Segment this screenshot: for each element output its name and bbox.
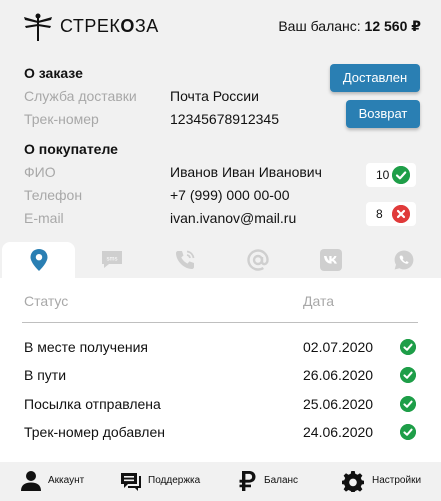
return-button[interactable]: Возврат — [346, 100, 420, 128]
check-circle-icon — [400, 396, 416, 412]
buyer-phone-value: +7 (999) 000 00-00 — [170, 187, 290, 203]
check-circle-icon — [400, 424, 416, 440]
table-row-date: 02.07.2020 — [303, 339, 374, 355]
check-circle-icon — [400, 367, 416, 383]
delivery-service-label: Служба доставки — [24, 88, 137, 104]
delivered-button[interactable]: Доставлен — [330, 64, 420, 92]
track-number-label: Трек-номер — [24, 111, 99, 127]
tab-calls[interactable] — [148, 242, 221, 278]
brand-name: СТРЕКОЗА — [60, 16, 159, 36]
tab-location[interactable] — [2, 242, 75, 278]
table-row-date: 24.06.2020 — [303, 424, 374, 440]
ruble-icon — [239, 471, 256, 491]
contact-tabs: sms — [0, 242, 441, 278]
sms-icon-label: sms — [106, 257, 117, 263]
buyer-phone-label: Телефон — [24, 187, 83, 203]
tab-sms[interactable]: sms — [75, 242, 148, 278]
gear-icon — [342, 471, 364, 492]
table-row-status: Посылка отправлена — [24, 396, 161, 412]
check-circle-icon — [400, 339, 416, 355]
phone-badge-count: 10 — [376, 168, 390, 182]
nav-balance[interactable]: Баланс — [238, 470, 306, 494]
buyer-name-label: ФИО — [24, 164, 56, 180]
bottom-nav: Аккаунт Поддержка Баланс Настройки — [0, 462, 441, 501]
vk-icon — [319, 249, 342, 271]
order-info-panel: О заказе Служба доставки Почта России Тр… — [0, 52, 441, 242]
email-error-badge[interactable]: 8 — [366, 202, 416, 226]
table-row-date: 25.06.2020 — [303, 396, 374, 412]
email-badge-count: 8 — [376, 207, 383, 221]
table-row-status: В месте получения — [24, 339, 149, 355]
nav-support-label: Поддержка — [148, 475, 201, 486]
nav-settings-label: Настройки — [372, 475, 422, 486]
date-column-header: Дата — [303, 293, 335, 309]
sms-icon: sms — [101, 251, 122, 268]
nav-balance-label: Баланс — [264, 475, 299, 486]
nav-settings[interactable]: Настройки — [342, 470, 432, 494]
dragonfly-logo-icon[interactable] — [22, 12, 54, 42]
nav-account-label: Аккаунт — [48, 475, 85, 486]
location-pin-icon — [30, 249, 47, 271]
tab-whatsapp[interactable] — [367, 242, 440, 278]
phone-call-icon — [175, 250, 194, 269]
app-header: СТРЕКОЗА Ваш баланс: 12 560 ₽ — [0, 0, 441, 52]
user-icon — [21, 471, 41, 491]
phone-verified-badge[interactable]: 10 — [366, 163, 416, 187]
track-number-value: 12345678912345 — [170, 111, 280, 127]
balance-display: Ваш баланс: 12 560 ₽ — [278, 18, 421, 34]
table-row-date: 26.06.2020 — [303, 367, 374, 383]
buyer-name-value: Иванов Иван Иванович — [170, 164, 322, 180]
tab-email[interactable] — [221, 242, 294, 278]
whatsapp-icon — [394, 250, 413, 270]
status-column-header: Статус — [24, 293, 69, 309]
buyer-section-title: О покупателе — [24, 141, 118, 157]
error-circle-icon — [392, 205, 410, 223]
nav-support[interactable]: Поддержка — [120, 470, 212, 494]
nav-account[interactable]: Аккаунт — [20, 470, 94, 494]
buyer-email-label: E-mail — [24, 210, 64, 226]
table-row-status: Трек-номер добавлен — [24, 424, 165, 440]
table-header-divider — [22, 322, 418, 323]
table-row-status: В пути — [24, 367, 67, 383]
delivery-service-value: Почта России — [170, 88, 259, 104]
at-sign-icon — [246, 249, 269, 271]
tab-vk[interactable] — [294, 242, 367, 278]
order-section-title: О заказе — [24, 65, 83, 81]
support-chat-icon — [121, 473, 141, 491]
buyer-email-value: ivan.ivanov@mail.ru — [170, 210, 297, 226]
check-circle-icon — [392, 166, 410, 184]
